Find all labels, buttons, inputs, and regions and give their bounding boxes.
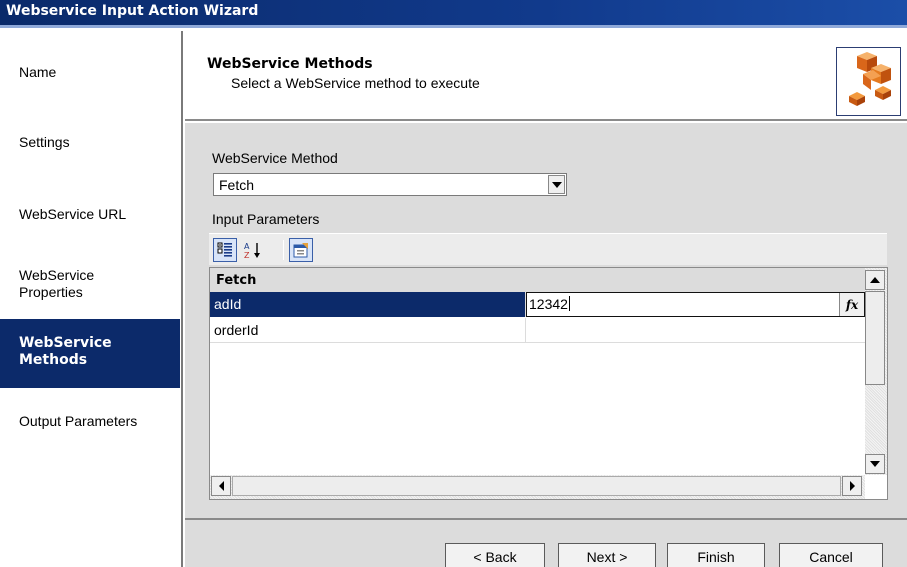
- method-label: WebService Method: [212, 150, 338, 166]
- property-value-editor[interactable]: 12342 fx: [526, 292, 865, 317]
- wizard-footer: < Back Next > Finish Cancel: [185, 518, 907, 567]
- property-grid-toolbar: A Z: [209, 233, 887, 265]
- method-select-value: Fetch: [219, 177, 255, 193]
- vertical-scrollbar[interactable]: [865, 268, 887, 475]
- vertical-scroll-thumb[interactable]: [865, 291, 885, 385]
- svg-text:A: A: [244, 242, 250, 251]
- sidebar-item-webservice-properties[interactable]: WebService Properties: [0, 267, 160, 301]
- property-row-adid[interactable]: adId 12342 fx: [210, 292, 865, 317]
- alphabetical-sort-icon[interactable]: A Z: [242, 238, 264, 262]
- property-value[interactable]: [526, 318, 865, 343]
- input-parameters-label: Input Parameters: [212, 211, 320, 227]
- step-header: WebService Methods Select a WebService m…: [185, 31, 907, 121]
- step-subtitle: Select a WebService method to execute: [231, 75, 480, 91]
- property-name[interactable]: orderId: [210, 318, 526, 343]
- scroll-up-button[interactable]: [865, 270, 885, 290]
- chevron-down-icon[interactable]: [548, 175, 565, 194]
- property-grid: Fetch adId 12342 fx orderId: [209, 267, 888, 500]
- property-value[interactable]: 12342: [529, 296, 568, 312]
- sidebar-item-output-parameters[interactable]: Output Parameters: [0, 413, 180, 430]
- method-select[interactable]: Fetch: [213, 173, 567, 196]
- cancel-button[interactable]: Cancel: [779, 543, 883, 567]
- scroll-down-button[interactable]: [865, 454, 885, 474]
- property-name[interactable]: adId: [210, 292, 526, 317]
- property-pages-icon[interactable]: [289, 238, 313, 262]
- sidebar-item-webservice-methods[interactable]: WebService Methods: [0, 319, 180, 388]
- category-label: Fetch: [216, 273, 257, 288]
- categorized-icon[interactable]: [213, 238, 237, 262]
- horizontal-scroll-thumb[interactable]: [232, 476, 841, 496]
- window-title: Webservice Input Action Wizard: [6, 3, 259, 19]
- property-row-orderid[interactable]: orderId: [210, 318, 865, 343]
- step-title: WebService Methods: [207, 56, 373, 72]
- svg-text:Z: Z: [244, 251, 250, 260]
- scroll-right-button[interactable]: [842, 476, 862, 496]
- orange-cubes-icon: [836, 47, 901, 116]
- toolbar-separator: [283, 240, 284, 260]
- step-content: WebService Method Fetch Input Parameters…: [185, 123, 907, 518]
- finish-button[interactable]: Finish: [667, 543, 765, 567]
- fx-expression-button[interactable]: fx: [839, 293, 864, 316]
- sidebar-item-name[interactable]: Name: [0, 64, 180, 81]
- text-caret: [568, 296, 570, 311]
- sidebar-item-webservice-url[interactable]: WebService URL: [0, 206, 180, 223]
- wizard-sidebar: Name Settings WebService URL WebService …: [0, 31, 183, 567]
- horizontal-scrollbar[interactable]: [210, 475, 865, 499]
- scroll-left-button[interactable]: [211, 476, 231, 496]
- sidebar-item-settings[interactable]: Settings: [0, 134, 180, 151]
- title-bar: Webservice Input Action Wizard: [0, 0, 907, 28]
- back-button[interactable]: < Back: [445, 543, 545, 567]
- next-button[interactable]: Next >: [558, 543, 656, 567]
- property-category: Fetch: [210, 268, 865, 292]
